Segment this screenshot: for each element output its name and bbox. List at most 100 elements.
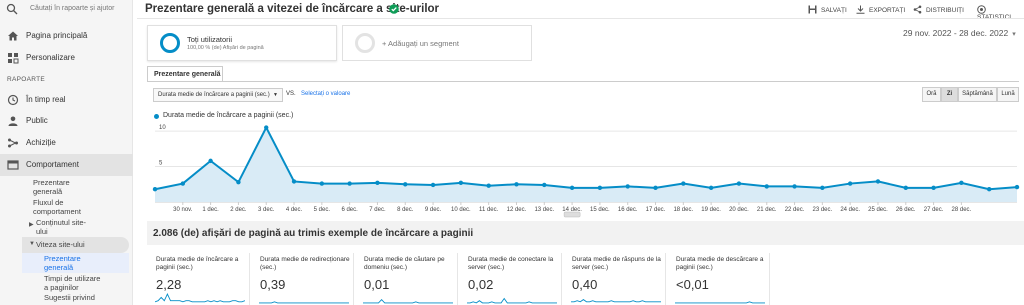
data-point[interactable]: [180, 181, 186, 186]
segment-all-users[interactable]: Toți utilizatorii 100,00 % (de) Afișări …: [147, 25, 337, 61]
sidebar-item-realtime[interactable]: În timp real: [0, 89, 133, 111]
sidebar-item-label: În timp real: [26, 95, 66, 104]
sparkline-path: [467, 297, 557, 304]
data-point[interactable]: [764, 184, 769, 189]
export-button[interactable]: EXPORTAȚI: [856, 5, 905, 14]
kpi-sparkline: [467, 297, 557, 304]
data-point[interactable]: [291, 179, 297, 184]
data-point[interactable]: [403, 182, 408, 187]
x-tick-label: 10 dec.: [451, 207, 471, 213]
reports-section-header: RAPOARTE: [7, 76, 46, 83]
x-tick-label: 3 dec.: [258, 207, 275, 213]
data-point[interactable]: [931, 185, 936, 191]
tab-overview[interactable]: Prezentare generală: [147, 66, 223, 82]
data-point[interactable]: [625, 184, 630, 189]
data-point[interactable]: [959, 180, 964, 186]
granularity-week-button[interactable]: Săptămână: [958, 87, 997, 102]
date-range-picker[interactable]: 29 nov. 2022 - 28 dec. 2022 ▾: [903, 28, 1016, 38]
data-point[interactable]: [986, 187, 992, 192]
data-point[interactable]: [792, 184, 797, 189]
kpi-label: Durata medie de descărcare a paginii (se…: [676, 256, 764, 271]
data-point[interactable]: [347, 181, 352, 186]
data-point[interactable]: [681, 181, 686, 186]
data-point[interactable]: [820, 185, 825, 191]
kpi-tile[interactable]: Durata medie de căutare pe domeniu (sec.…: [358, 253, 458, 305]
kpi-tile[interactable]: Durata medie de răspuns de la server (se…: [566, 253, 666, 305]
data-point[interactable]: [653, 185, 658, 191]
line-chart: 10 5 30 nov. 1 dec. 2 dec. 3 dec. 4 dec. 5 dec.…: [152, 125, 1020, 218]
data-point[interactable]: [264, 125, 269, 130]
x-tick-label: 7 dec.: [369, 207, 386, 213]
kpi-label: Durata medie de căutare pe domeniu (sec.…: [364, 256, 445, 271]
select-value-link[interactable]: Selectați o valoare: [301, 91, 350, 97]
granularity-month-button[interactable]: Lună: [997, 87, 1019, 102]
kpi-tile[interactable]: Durata medie de descărcare a paginii (se…: [670, 253, 770, 305]
x-tick-label: 17 dec.: [646, 207, 666, 213]
sidebar-sub-site-content[interactable]: Conținutul site-ului: [36, 218, 86, 236]
sidebar-item-customization[interactable]: Personalizare: [0, 47, 133, 69]
search-icon: [6, 3, 18, 15]
data-point[interactable]: [152, 187, 158, 192]
report-search[interactable]: Căutați în rapoarte și ajutor: [0, 0, 133, 20]
data-point[interactable]: [597, 185, 603, 191]
sidebar-sub-site-speed[interactable]: Viteza site-ului: [36, 240, 85, 249]
kpi-tile[interactable]: Durata medie de redirecționare (sec.) 0,3…: [254, 253, 354, 305]
granularity-hour-button[interactable]: Oră: [922, 87, 941, 102]
sparkline-path: [363, 298, 453, 304]
sparkline-path: [571, 299, 661, 303]
data-point[interactable]: [430, 182, 436, 188]
data-point[interactable]: [542, 182, 547, 188]
metric-select[interactable]: Durata medie de încărcare a paginii (sec…: [153, 88, 283, 102]
x-tick-label: 25 dec.: [868, 207, 888, 213]
x-tick-label: 26 dec.: [896, 207, 916, 213]
data-point[interactable]: [514, 182, 519, 187]
kpi-label: Durata medie de redirecționare (sec.): [260, 256, 350, 271]
sidebar-item-label: Personalizare: [26, 53, 75, 62]
sparkline-path: [259, 301, 349, 304]
segment-name: Toți utilizatorii: [187, 35, 233, 44]
granularity-day-button[interactable]: Zi: [941, 87, 958, 102]
add-segment-button[interactable]: + Adăugați un segment: [342, 25, 532, 61]
share-icon: [913, 5, 922, 14]
expand-caret-icon[interactable]: ▶: [29, 221, 34, 228]
chevron-down-icon: ▾: [1012, 31, 1016, 38]
sidebar-sub-speed-suggestions[interactable]: Sugestii privind: [44, 293, 95, 302]
kpi-tile[interactable]: Durata medie de conectare la server (sec…: [462, 253, 562, 305]
data-point[interactable]: [903, 185, 908, 191]
data-point[interactable]: [847, 181, 853, 186]
data-point[interactable]: [236, 179, 241, 185]
sidebar: Căutați în rapoarte și ajutor Pagina pri…: [0, 0, 133, 305]
kpi-tile[interactable]: Durata medie de încărcare a paginii (sec…: [150, 253, 250, 305]
sidebar-sub-behavior-flow[interactable]: Fluxul de comportament: [33, 198, 81, 216]
data-point[interactable]: [208, 158, 213, 164]
sparkline-path: [675, 301, 765, 304]
x-tick-label: 4 dec.: [286, 207, 303, 213]
share-button[interactable]: DISTRIBUIȚI: [913, 5, 964, 14]
kpi-value: 0,02: [468, 277, 494, 292]
data-point[interactable]: [458, 180, 464, 186]
series-area: [155, 127, 1017, 202]
data-point[interactable]: [1014, 184, 1020, 190]
kpi-label: Durata medie de încărcare a paginii (sec…: [156, 256, 239, 271]
data-point[interactable]: [375, 180, 380, 186]
data-point[interactable]: [875, 179, 881, 184]
kpi-sparkline: [155, 293, 245, 303]
data-point[interactable]: [569, 185, 575, 191]
sidebar-item-audience[interactable]: Public: [0, 110, 133, 132]
data-point[interactable]: [708, 185, 714, 191]
search-placeholder: Căutați în rapoarte și ajutor: [30, 5, 115, 12]
sidebar-item-home[interactable]: Pagina principală: [0, 25, 133, 47]
sidebar-sub-page-timings[interactable]: Timpi de utilizare a paginilor: [44, 274, 100, 292]
sidebar-sub-overview[interactable]: Prezentare generală: [33, 178, 70, 196]
data-point[interactable]: [736, 181, 742, 186]
kpi-sparkline: [571, 299, 661, 303]
save-button[interactable]: SALVAȚI: [808, 5, 847, 14]
data-point[interactable]: [319, 181, 325, 186]
sidebar-item-acquisition[interactable]: Achiziție: [0, 132, 133, 154]
data-point[interactable]: [486, 183, 491, 188]
sidebar-item-behavior[interactable]: Comportament: [0, 154, 133, 176]
x-tick-label: 16 dec.: [618, 207, 638, 213]
chart-scrubber-handle[interactable]: [563, 211, 581, 218]
collapse-caret-icon[interactable]: ▼: [29, 241, 35, 247]
sidebar-sub-speed-overview[interactable]: Prezentare generală: [44, 254, 81, 272]
